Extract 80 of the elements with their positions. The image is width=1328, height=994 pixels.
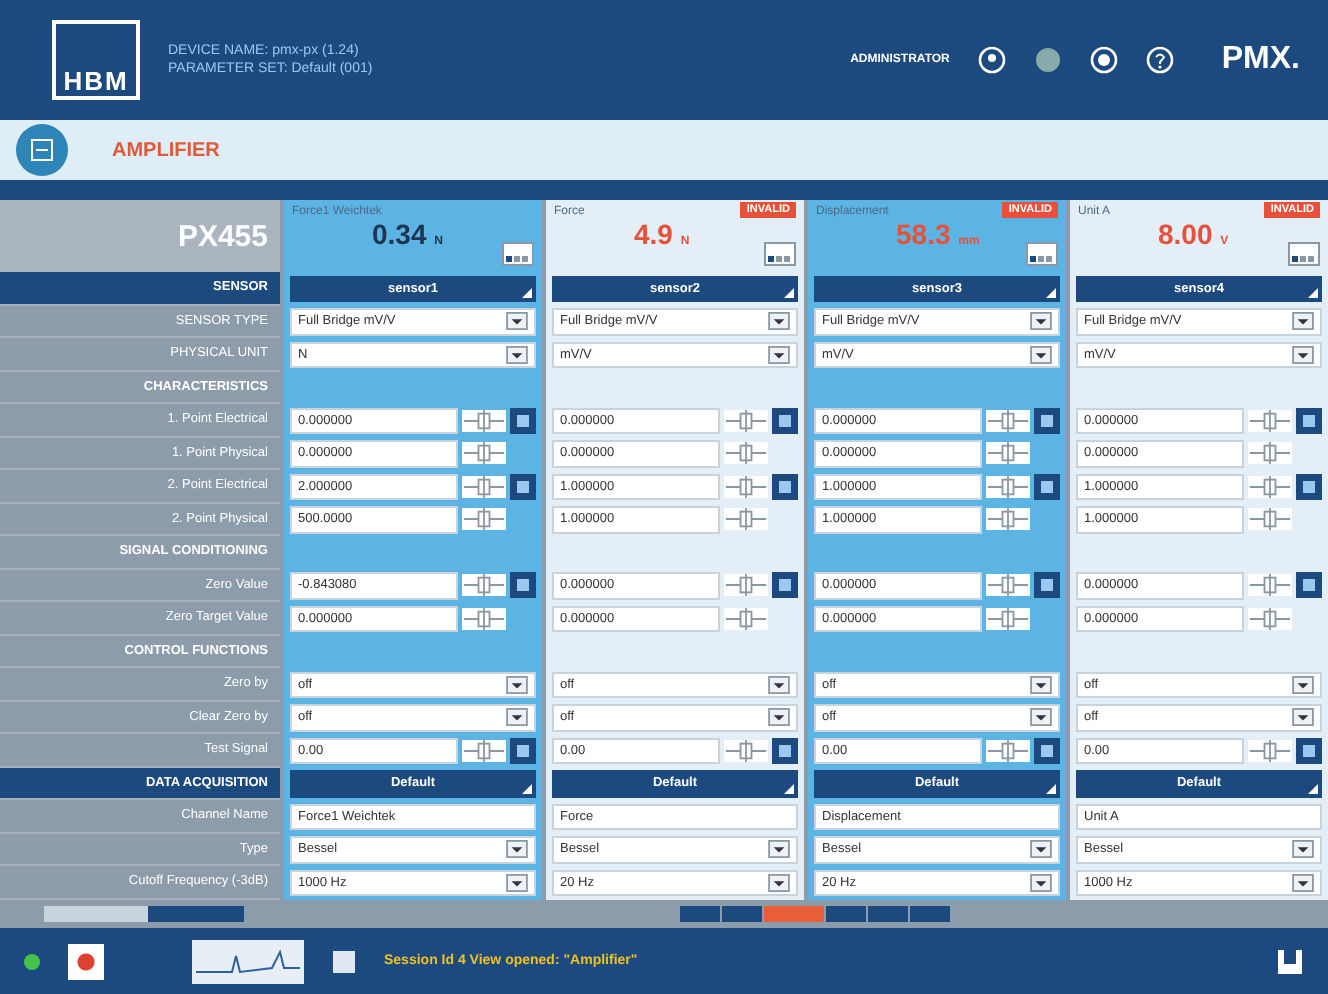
corner-icon bbox=[522, 783, 532, 793]
corner-icon bbox=[1308, 783, 1318, 793]
apply-button[interactable] bbox=[1034, 572, 1060, 599]
adjust-icon[interactable] bbox=[462, 442, 506, 465]
dropdown-icon[interactable] bbox=[768, 840, 790, 859]
apply-button[interactable] bbox=[772, 737, 798, 764]
scrollbar[interactable] bbox=[44, 906, 244, 922]
chart-icon[interactable] bbox=[502, 242, 534, 266]
brand-logo: PMX. bbox=[1221, 42, 1300, 78]
dropdown-icon[interactable] bbox=[1292, 312, 1314, 331]
corner-icon bbox=[1308, 288, 1318, 298]
dropdown-icon[interactable] bbox=[1030, 873, 1052, 892]
dropdown-icon[interactable] bbox=[768, 708, 790, 727]
apply-button[interactable] bbox=[772, 572, 798, 599]
dropdown-icon[interactable] bbox=[1292, 675, 1314, 694]
signal-thumbnail[interactable] bbox=[192, 939, 304, 983]
window-icon[interactable] bbox=[332, 949, 356, 973]
dropdown-icon[interactable] bbox=[506, 840, 528, 859]
apply-button[interactable] bbox=[510, 473, 536, 500]
status-dot bbox=[24, 953, 40, 969]
adjust-icon[interactable] bbox=[462, 409, 506, 432]
apply-button[interactable] bbox=[1296, 473, 1322, 500]
adjust-icon[interactable] bbox=[986, 442, 1030, 465]
dropdown-icon[interactable] bbox=[506, 873, 528, 892]
dropdown-icon[interactable] bbox=[506, 675, 528, 694]
apply-button[interactable] bbox=[1296, 407, 1322, 434]
corner-icon bbox=[522, 288, 532, 298]
apply-button[interactable] bbox=[510, 737, 536, 764]
adjust-icon[interactable] bbox=[986, 607, 1030, 630]
dropdown-icon[interactable] bbox=[1292, 873, 1314, 892]
dropdown-icon[interactable] bbox=[768, 873, 790, 892]
adjust-icon[interactable] bbox=[462, 508, 506, 531]
adjust-icon[interactable] bbox=[462, 739, 506, 762]
dropdown-icon[interactable] bbox=[1030, 312, 1052, 331]
apply-button[interactable] bbox=[1296, 737, 1322, 764]
apply-button[interactable] bbox=[772, 473, 798, 500]
help-icon[interactable] bbox=[1145, 46, 1174, 74]
dropdown-icon[interactable] bbox=[1030, 345, 1052, 364]
apply-button[interactable] bbox=[510, 407, 536, 434]
adjust-icon[interactable] bbox=[986, 409, 1030, 432]
dropdown-icon[interactable] bbox=[506, 708, 528, 727]
dropdown-icon[interactable] bbox=[1292, 708, 1314, 727]
dropdown-icon[interactable] bbox=[1030, 840, 1052, 859]
chart-icon[interactable] bbox=[1288, 242, 1320, 266]
logo: HBM bbox=[52, 20, 140, 100]
chart-icon[interactable] bbox=[1026, 242, 1058, 266]
corner-icon bbox=[784, 783, 794, 793]
apply-button[interactable] bbox=[1034, 407, 1060, 434]
adjust-icon[interactable] bbox=[462, 607, 506, 630]
apply-button[interactable] bbox=[1034, 473, 1060, 500]
module-name: PX455 bbox=[0, 200, 280, 272]
adjust-icon[interactable] bbox=[986, 475, 1030, 498]
dropdown-icon[interactable] bbox=[768, 312, 790, 331]
record-icon[interactable] bbox=[1089, 46, 1118, 74]
user-icon[interactable] bbox=[977, 46, 1006, 74]
adjust-icon[interactable] bbox=[986, 739, 1030, 762]
apply-button[interactable] bbox=[1296, 572, 1322, 599]
apply-button[interactable] bbox=[1034, 737, 1060, 764]
apply-button[interactable] bbox=[510, 572, 536, 599]
apply-button[interactable] bbox=[772, 407, 798, 434]
corner-icon bbox=[784, 288, 794, 298]
adjust-icon[interactable] bbox=[462, 574, 506, 597]
adjust-icon[interactable] bbox=[986, 574, 1030, 597]
dropdown-icon[interactable] bbox=[1030, 675, 1052, 694]
dropdown-icon[interactable] bbox=[768, 675, 790, 694]
adjust-icon[interactable] bbox=[986, 508, 1030, 531]
dropdown-icon[interactable] bbox=[506, 312, 528, 331]
dropdown-icon[interactable] bbox=[506, 345, 528, 364]
dropdown-icon[interactable] bbox=[1030, 708, 1052, 727]
dropdown-icon[interactable] bbox=[1292, 840, 1314, 859]
adjust-icon[interactable] bbox=[462, 475, 506, 498]
amplifier-icon[interactable] bbox=[16, 124, 68, 176]
corner-icon bbox=[1046, 288, 1056, 298]
dropdown-icon[interactable] bbox=[1292, 345, 1314, 364]
record-button[interactable] bbox=[68, 943, 104, 979]
corner-icon bbox=[1046, 783, 1056, 793]
dropdown-icon[interactable] bbox=[768, 345, 790, 364]
chart-icon[interactable] bbox=[764, 242, 796, 266]
device-icon[interactable] bbox=[1276, 947, 1304, 975]
page-title: AMPLIFIER bbox=[112, 139, 220, 161]
